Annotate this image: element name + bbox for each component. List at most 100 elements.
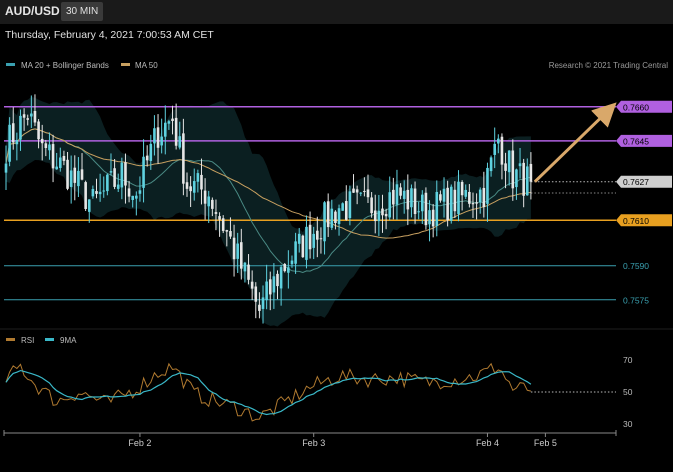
- candle-body: [337, 208, 341, 225]
- candle-body: [113, 168, 116, 187]
- price-level-labels: 0.7660 0.7645 0.7627 0.7610 0.7590 0.7575: [616, 100, 672, 305]
- candle-body: [120, 162, 124, 188]
- copyright-label: Research © 2021 Trading Central: [549, 61, 669, 70]
- candle-body: [156, 127, 160, 148]
- rsi-legend-swatch: [6, 338, 15, 341]
- candle: [341, 202, 344, 211]
- ma50-legend-swatch: [121, 63, 130, 66]
- rsi-tick-30: 30: [623, 419, 633, 429]
- candle-body: [493, 143, 496, 155]
- candle-body: [160, 136, 163, 146]
- candle-body: [48, 144, 51, 151]
- candle-body: [323, 202, 326, 242]
- candle-body: [102, 190, 106, 192]
- candle-body: [142, 156, 145, 188]
- candle-body: [80, 169, 84, 180]
- candle-body: [460, 181, 464, 196]
- candle-body: [305, 226, 308, 260]
- candle-body: [435, 191, 439, 226]
- candle-body: [261, 297, 265, 309]
- rsi-legend-label: RSI: [21, 336, 34, 345]
- candle-body: [417, 211, 420, 213]
- level-label-0.7610: 0.7610: [623, 216, 649, 226]
- candle-body: [98, 191, 102, 195]
- candle-body: [348, 191, 352, 219]
- candle-body: [515, 169, 518, 188]
- candle-body: [522, 162, 525, 196]
- candle-body: [211, 199, 214, 209]
- candle-body: [402, 190, 406, 199]
- candle-body: [529, 163, 533, 182]
- candle-body: [511, 150, 515, 189]
- candle-body: [33, 110, 37, 123]
- candle-body: [268, 279, 272, 295]
- candle-body: [453, 189, 457, 212]
- candle-body: [468, 191, 471, 204]
- candle-body: [200, 174, 203, 190]
- candle-body: [22, 114, 26, 118]
- candle-body: [185, 182, 189, 189]
- candle-body: [399, 187, 402, 196]
- candle-body: [192, 181, 196, 193]
- x-tick-label: Feb 4: [476, 438, 499, 448]
- candle-body: [37, 121, 40, 140]
- candle-body: [55, 166, 58, 170]
- candle-body: [95, 191, 98, 194]
- candle-body: [518, 163, 522, 167]
- candle-body: [290, 260, 294, 265]
- candle-body: [174, 117, 178, 146]
- rsi-ma-legend-swatch: [45, 338, 54, 341]
- candle: [84, 180, 87, 211]
- candle-body: [301, 235, 305, 258]
- candle-body: [182, 133, 185, 184]
- rsi-panel: 70 50 30: [5, 355, 633, 429]
- candle-body: [334, 211, 337, 224]
- x-tick-label: Feb 3: [302, 438, 325, 448]
- candle-body: [153, 128, 156, 144]
- candle-body: [84, 182, 87, 210]
- candle-body: [207, 196, 211, 207]
- candle-body: [8, 124, 11, 162]
- projection-arrow-line: [533, 102, 617, 183]
- candle-body: [145, 155, 149, 161]
- candle: [449, 184, 453, 224]
- candle-body: [392, 189, 395, 205]
- candle-body: [203, 190, 207, 204]
- level-label-0.7590: 0.7590: [623, 261, 649, 271]
- candle-body: [69, 170, 73, 187]
- candle-body: [135, 195, 138, 199]
- candle-body: [363, 190, 366, 192]
- candle-body: [265, 281, 268, 301]
- candle-body: [482, 187, 486, 208]
- candle-body: [359, 192, 363, 194]
- candle-body: [131, 195, 134, 200]
- candle-body: [26, 118, 30, 120]
- candle-body: [446, 187, 449, 221]
- candle-body: [486, 167, 489, 204]
- candle-body: [109, 171, 113, 173]
- candle-body: [127, 188, 131, 197]
- candle-body: [258, 304, 261, 311]
- candle-body: [40, 138, 44, 144]
- candle-body: [91, 189, 95, 197]
- candle-body: [11, 123, 15, 143]
- candle-body: [395, 184, 399, 205]
- candle-body: [44, 143, 48, 149]
- candle-body: [225, 230, 229, 232]
- candle-body: [77, 170, 80, 187]
- candle-body: [124, 162, 127, 186]
- candle-body: [428, 210, 431, 225]
- candle-body: [381, 208, 384, 216]
- candle-body: [424, 192, 428, 226]
- candle-body: [221, 218, 225, 231]
- candle-body: [471, 203, 475, 205]
- candle-body: [138, 190, 142, 194]
- x-tick-label: Feb 5: [534, 438, 557, 448]
- candle-body: [475, 202, 478, 204]
- projection-arrow: [533, 102, 617, 183]
- candle-body: [250, 281, 254, 289]
- candle: [301, 234, 305, 258]
- candle-body: [229, 231, 232, 237]
- candle-body: [73, 167, 77, 183]
- candle-body: [384, 213, 388, 217]
